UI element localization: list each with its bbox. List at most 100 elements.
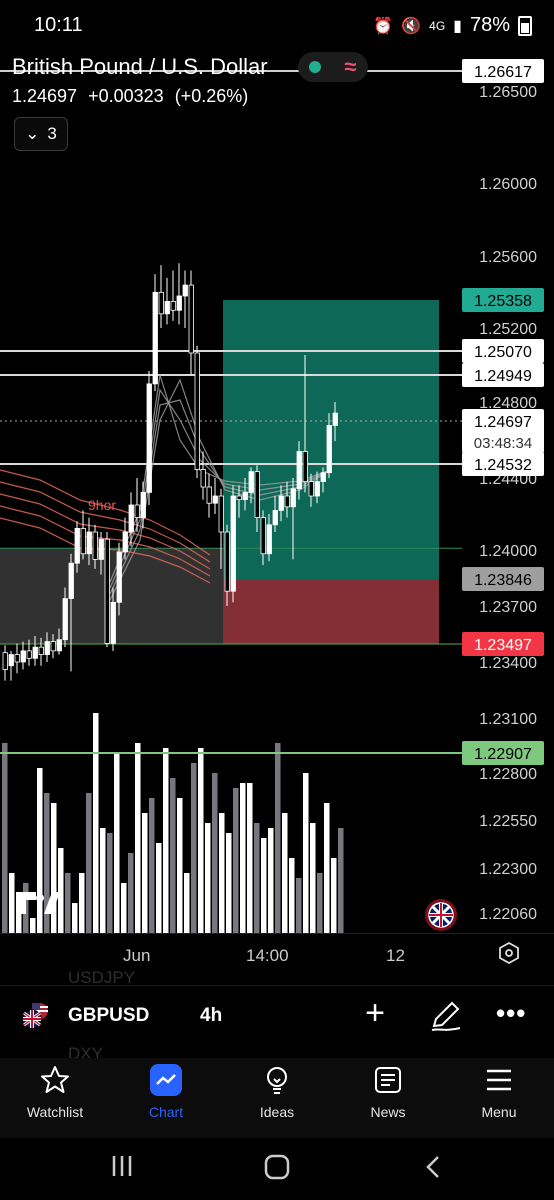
volume-bar [310, 823, 316, 933]
price-tag-label: 1.25070 [474, 344, 532, 361]
price-axis-label: 1.24000 [479, 543, 537, 560]
candle-body [248, 471, 254, 493]
price-axis-label: 1.22300 [479, 861, 537, 878]
price-axis-label: 1.26500 [479, 84, 537, 101]
chevron-down-icon: ⌄ [25, 124, 40, 143]
position-loss-zone [223, 579, 439, 644]
candle-body [242, 491, 248, 500]
indicator-toggle-button[interactable]: ⌄ 3 [14, 117, 68, 151]
volume-bar [268, 828, 274, 933]
nav-menu[interactable]: Menu [444, 1064, 554, 1120]
symbol-name[interactable]: GBPUSD [68, 1005, 149, 1027]
candle-body [266, 524, 272, 555]
candle-body [56, 639, 62, 652]
candle-body [260, 517, 266, 555]
candle-body [110, 601, 116, 644]
chart-icon [150, 1064, 182, 1096]
candle-body [146, 383, 152, 493]
price-tag-label: 1.23846 [474, 572, 532, 589]
volume-bar [331, 858, 337, 933]
volume-bar [2, 743, 8, 933]
volume-bar [121, 883, 127, 933]
price-tag-label: 1.24949 [474, 368, 532, 385]
bar-countdown: 03:48:34 [474, 435, 532, 452]
add-button[interactable]: + [360, 996, 390, 1032]
home-icon[interactable] [264, 1154, 290, 1185]
candle-body [224, 531, 230, 592]
volume-bar [282, 813, 288, 933]
plus-icon: + [365, 994, 385, 1032]
price-axis-label: 1.25600 [479, 249, 537, 266]
volume-bar [65, 873, 71, 933]
volume-bar [254, 823, 260, 933]
nav-watchlist[interactable]: Watchlist [0, 1064, 110, 1120]
nav-ideas[interactable]: Ideas [222, 1064, 332, 1120]
volume-bar [100, 828, 106, 933]
back-icon[interactable] [424, 1154, 442, 1185]
candle-body [194, 352, 200, 470]
price-tag-label: 1.25358 [474, 293, 532, 310]
battery-percentage: 78% [469, 14, 510, 36]
volume-bar [338, 828, 344, 933]
signal-icon: ▮ [453, 17, 462, 35]
price-axis-label: 1.23700 [479, 599, 537, 616]
candle-body [26, 650, 32, 659]
status-bar: 10:11 ⏰ 🔇 4G ▮ 78% [0, 0, 554, 52]
candle-body [326, 425, 332, 474]
candle-body [44, 641, 50, 655]
price-chart[interactable]: 9hor 1.265001.260001.256001.252001.24800… [0, 52, 554, 972]
nav-label: Ideas [259, 1104, 295, 1120]
nav-label: Menu [481, 1104, 517, 1120]
candle-body [62, 598, 68, 641]
candle-body [86, 531, 92, 555]
price-axis-label: 1.22550 [479, 813, 537, 830]
price-tag-label: 1.26617 [474, 64, 532, 81]
nav-label: Chart [148, 1104, 184, 1120]
volume-bar [205, 823, 211, 933]
recent-apps-icon[interactable] [110, 1154, 134, 1183]
price-change: +0.00323 [88, 86, 164, 106]
settings-hexagon-icon[interactable] [498, 942, 520, 964]
price-change-percent: (+0.26%) [174, 86, 249, 106]
volume-bar [198, 748, 204, 933]
price-tag-label: 1.23497 [474, 637, 532, 654]
volume-bar [261, 838, 267, 933]
candle-body [122, 531, 128, 553]
volume-bar [86, 793, 92, 933]
news-icon [372, 1064, 404, 1096]
candle-body [176, 295, 182, 311]
candle-body [212, 495, 218, 504]
symbol-toolbar: USDJPY GBPUSD 4h + ••• DXY [0, 968, 554, 1063]
candle-body [302, 451, 308, 482]
volume-bar [30, 918, 36, 933]
candle-body [38, 646, 44, 655]
alarm-icon: ⏰ [373, 17, 394, 35]
candle-body [68, 562, 74, 600]
currency-flags-icon [22, 1003, 48, 1029]
volume-bar [170, 778, 176, 933]
candle-body [182, 284, 188, 297]
candle-body [200, 469, 206, 488]
battery-icon [518, 15, 532, 36]
price-tag-label: 1.22907 [474, 746, 532, 763]
candle-body [104, 538, 110, 644]
volume-bar [184, 873, 190, 933]
interval-selector[interactable]: 4h [200, 1005, 222, 1027]
market-status-pill[interactable]: ≈ [298, 52, 368, 82]
price-summary: 1.24697 +0.00323 (+0.26%) [12, 86, 254, 107]
uk-flag-badge-icon [425, 899, 457, 931]
nav-news[interactable]: News [333, 1064, 443, 1120]
candle-body [320, 472, 326, 482]
candle-body [290, 488, 296, 508]
symbol-title[interactable]: British Pound / U.S. Dollar [12, 54, 268, 80]
candle-body [152, 291, 158, 385]
candle-body [230, 495, 236, 592]
nav-chart[interactable]: Chart [111, 1064, 221, 1120]
volume-bar [226, 833, 232, 933]
candle-body [314, 481, 320, 497]
more-options-button[interactable]: ••• [496, 998, 526, 1029]
time-label: 12 [386, 946, 405, 965]
volume-bar [58, 848, 64, 933]
candle-body [128, 504, 134, 533]
drawing-tool-button[interactable] [428, 998, 464, 1034]
